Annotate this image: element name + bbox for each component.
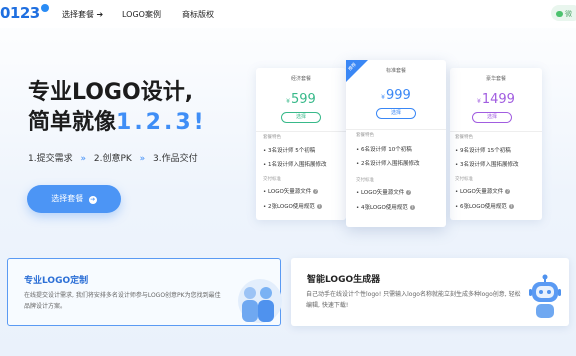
plan-name: 豪华套餐 <box>485 76 506 82</box>
feature-text: 2名设计师入围拓展修改 <box>361 161 420 167</box>
section-label: 套餐特色 <box>263 135 281 140</box>
help-icon[interactable]: ? <box>316 204 322 209</box>
help-icon[interactable]: ? <box>406 190 412 195</box>
feature-description: 在线提交设计需求, 我们将安排多名设计师参与LOGO创意PK为您找到最佳品牌设计… <box>24 292 221 310</box>
wechat-icon <box>556 11 563 17</box>
wechat-button[interactable]: 微 <box>551 5 576 21</box>
step-arrow-icon: » <box>80 154 86 164</box>
feature-text: 3名设计师 5个初稿 <box>268 148 316 154</box>
help-icon[interactable]: ? <box>505 189 511 194</box>
arrow-right-icon: ➔ <box>88 196 97 204</box>
plan-feature: • 6名设计师 10个初稿 <box>356 147 412 153</box>
robot-icon <box>529 274 561 318</box>
section-label: 交付标准 <box>455 177 473 182</box>
hero-title-highlight: 1.2.3! <box>116 110 207 135</box>
nav-item-select-plan[interactable]: 选择套餐 ➔ <box>62 9 103 20</box>
feature-card-logo-generator[interactable]: 智能LOGO生成器 自己动手在线设计个性logo! 只需输入logo名称就能立刻… <box>291 258 569 326</box>
feature-text: 3名设计师入围拓展修改 <box>460 162 519 168</box>
plan-deliverable: • LOGO矢量源文件? <box>356 190 412 196</box>
divider <box>450 131 542 132</box>
plan-deliverable: • 4张LOGO使用规范? <box>356 205 415 211</box>
hero-title-line2-prefix: 简单就像 <box>28 110 117 135</box>
top-nav: 0123 选择套餐 ➔ LOGO案例 商标版权 微 <box>0 0 576 28</box>
plan-price: ¥999 <box>346 88 446 103</box>
plan-deliverable: • 6张LOGO使用规范? <box>455 204 514 210</box>
designer-illustration-icon <box>238 279 282 323</box>
feature-title: 智能LOGO生成器 <box>307 275 381 285</box>
plan-name: 经济套餐 <box>290 76 311 82</box>
deliverable-text: LOGO矢量源文件 <box>460 189 504 195</box>
divider <box>346 129 446 130</box>
section-label: 交付标准 <box>263 177 281 182</box>
currency-symbol: ¥ <box>477 98 481 105</box>
help-icon[interactable]: ? <box>409 205 415 210</box>
feature-card-custom-logo[interactable]: 专业LOGO定制 在线提交设计需求, 我们将安排多名设计师参与LOGO创意PK为… <box>7 258 282 326</box>
deliverable-text: LOGO矢量源文件 <box>361 190 405 196</box>
plan-deliverable: • 2张LOGO使用规范? <box>263 204 322 210</box>
nav-item-trademark[interactable]: 商标版权 <box>182 9 214 20</box>
plan-price-value: 599 <box>291 92 316 107</box>
feature-text: 1名设计师入围拓展修改 <box>268 162 327 168</box>
select-standard-button[interactable]: 选择 <box>376 108 416 119</box>
feature-title: 专业LOGO定制 <box>24 276 89 286</box>
plan-feature: • 9名设计师 15个初稿 <box>455 148 511 154</box>
cta-label: 选择套餐 <box>51 194 84 203</box>
hero-title-line2: 简单就像1.2.3! <box>28 108 207 138</box>
plan-price-value: 1499 <box>481 92 515 107</box>
plan-name: 标准套餐 <box>385 68 406 74</box>
help-icon[interactable]: ? <box>508 204 514 209</box>
step-deliver: 3.作品交付 <box>153 154 198 164</box>
step-submit: 1.提交需求 <box>28 154 73 164</box>
plan-feature: • 1名设计师入围拓展修改 <box>263 162 327 168</box>
logo-dot-icon <box>40 4 49 12</box>
feature-text: 9名设计师 15个初稿 <box>460 148 511 154</box>
hero-title: 专业LOGO设计, 简单就像1.2.3! <box>28 78 207 138</box>
plan-deliverable: • LOGO矢量源文件? <box>263 189 319 195</box>
plan-price: ¥1499 <box>450 92 542 107</box>
plan-price-value: 999 <box>386 88 411 103</box>
plan-card-luxury: 豪华套餐 ¥1499 选择 套餐特色 • 9名设计师 15个初稿 • 3名设计师… <box>450 68 542 220</box>
select-plan-button[interactable]: 选择套餐 ➔ <box>27 185 121 213</box>
step-pk: 2.创意PK <box>93 154 132 164</box>
deliverable-text: 4张LOGO使用规范 <box>361 205 408 211</box>
help-icon[interactable]: ? <box>313 189 319 194</box>
deliverable-text: 2张LOGO使用规范 <box>268 204 315 210</box>
deliverable-text: 6张LOGO使用规范 <box>460 204 507 210</box>
plan-card-standard: 推荐 标准套餐 ¥999 选择 套餐特色 • 6名设计师 10个初稿 • 2名设… <box>346 60 446 227</box>
hero-title-line1: 专业LOGO设计, <box>28 80 194 105</box>
plan-price: ¥599 <box>256 92 346 107</box>
feature-description: 自己动手在线设计个性logo! 只需输入logo名称就能立刻生成多种logo创意… <box>306 291 521 309</box>
plan-deliverable: • LOGO矢量源文件? <box>455 189 511 195</box>
plan-feature: • 3名设计师入围拓展修改 <box>455 162 519 168</box>
select-economy-button[interactable]: 选择 <box>281 112 321 123</box>
plan-feature: • 3名设计师 5个初稿 <box>263 148 316 154</box>
section-label: 交付标准 <box>356 178 374 183</box>
plan-card-economy: 经济套餐 ¥599 选择 套餐特色 • 3名设计师 5个初稿 • 1名设计师入围… <box>256 68 346 220</box>
nav-item-logo-cases[interactable]: LOGO案例 <box>122 9 161 20</box>
deliverable-text: LOGO矢量源文件 <box>268 189 312 195</box>
plan-feature: • 2名设计师入围拓展修改 <box>356 161 420 167</box>
wechat-label: 微 <box>565 10 572 18</box>
site-logo[interactable]: 0123 <box>0 4 49 22</box>
process-steps: 1.提交需求 » 2.创意PK » 3.作品交付 <box>28 151 198 164</box>
divider <box>256 131 346 132</box>
currency-symbol: ¥ <box>381 94 385 101</box>
currency-symbol: ¥ <box>286 98 290 105</box>
section-label: 套餐特色 <box>455 135 473 140</box>
section-label: 套餐特色 <box>356 133 374 138</box>
step-arrow-icon: » <box>139 154 146 164</box>
select-luxury-button[interactable]: 选择 <box>472 112 512 123</box>
logo-text: 0123 <box>0 4 40 22</box>
feature-text: 6名设计师 10个初稿 <box>361 147 412 153</box>
